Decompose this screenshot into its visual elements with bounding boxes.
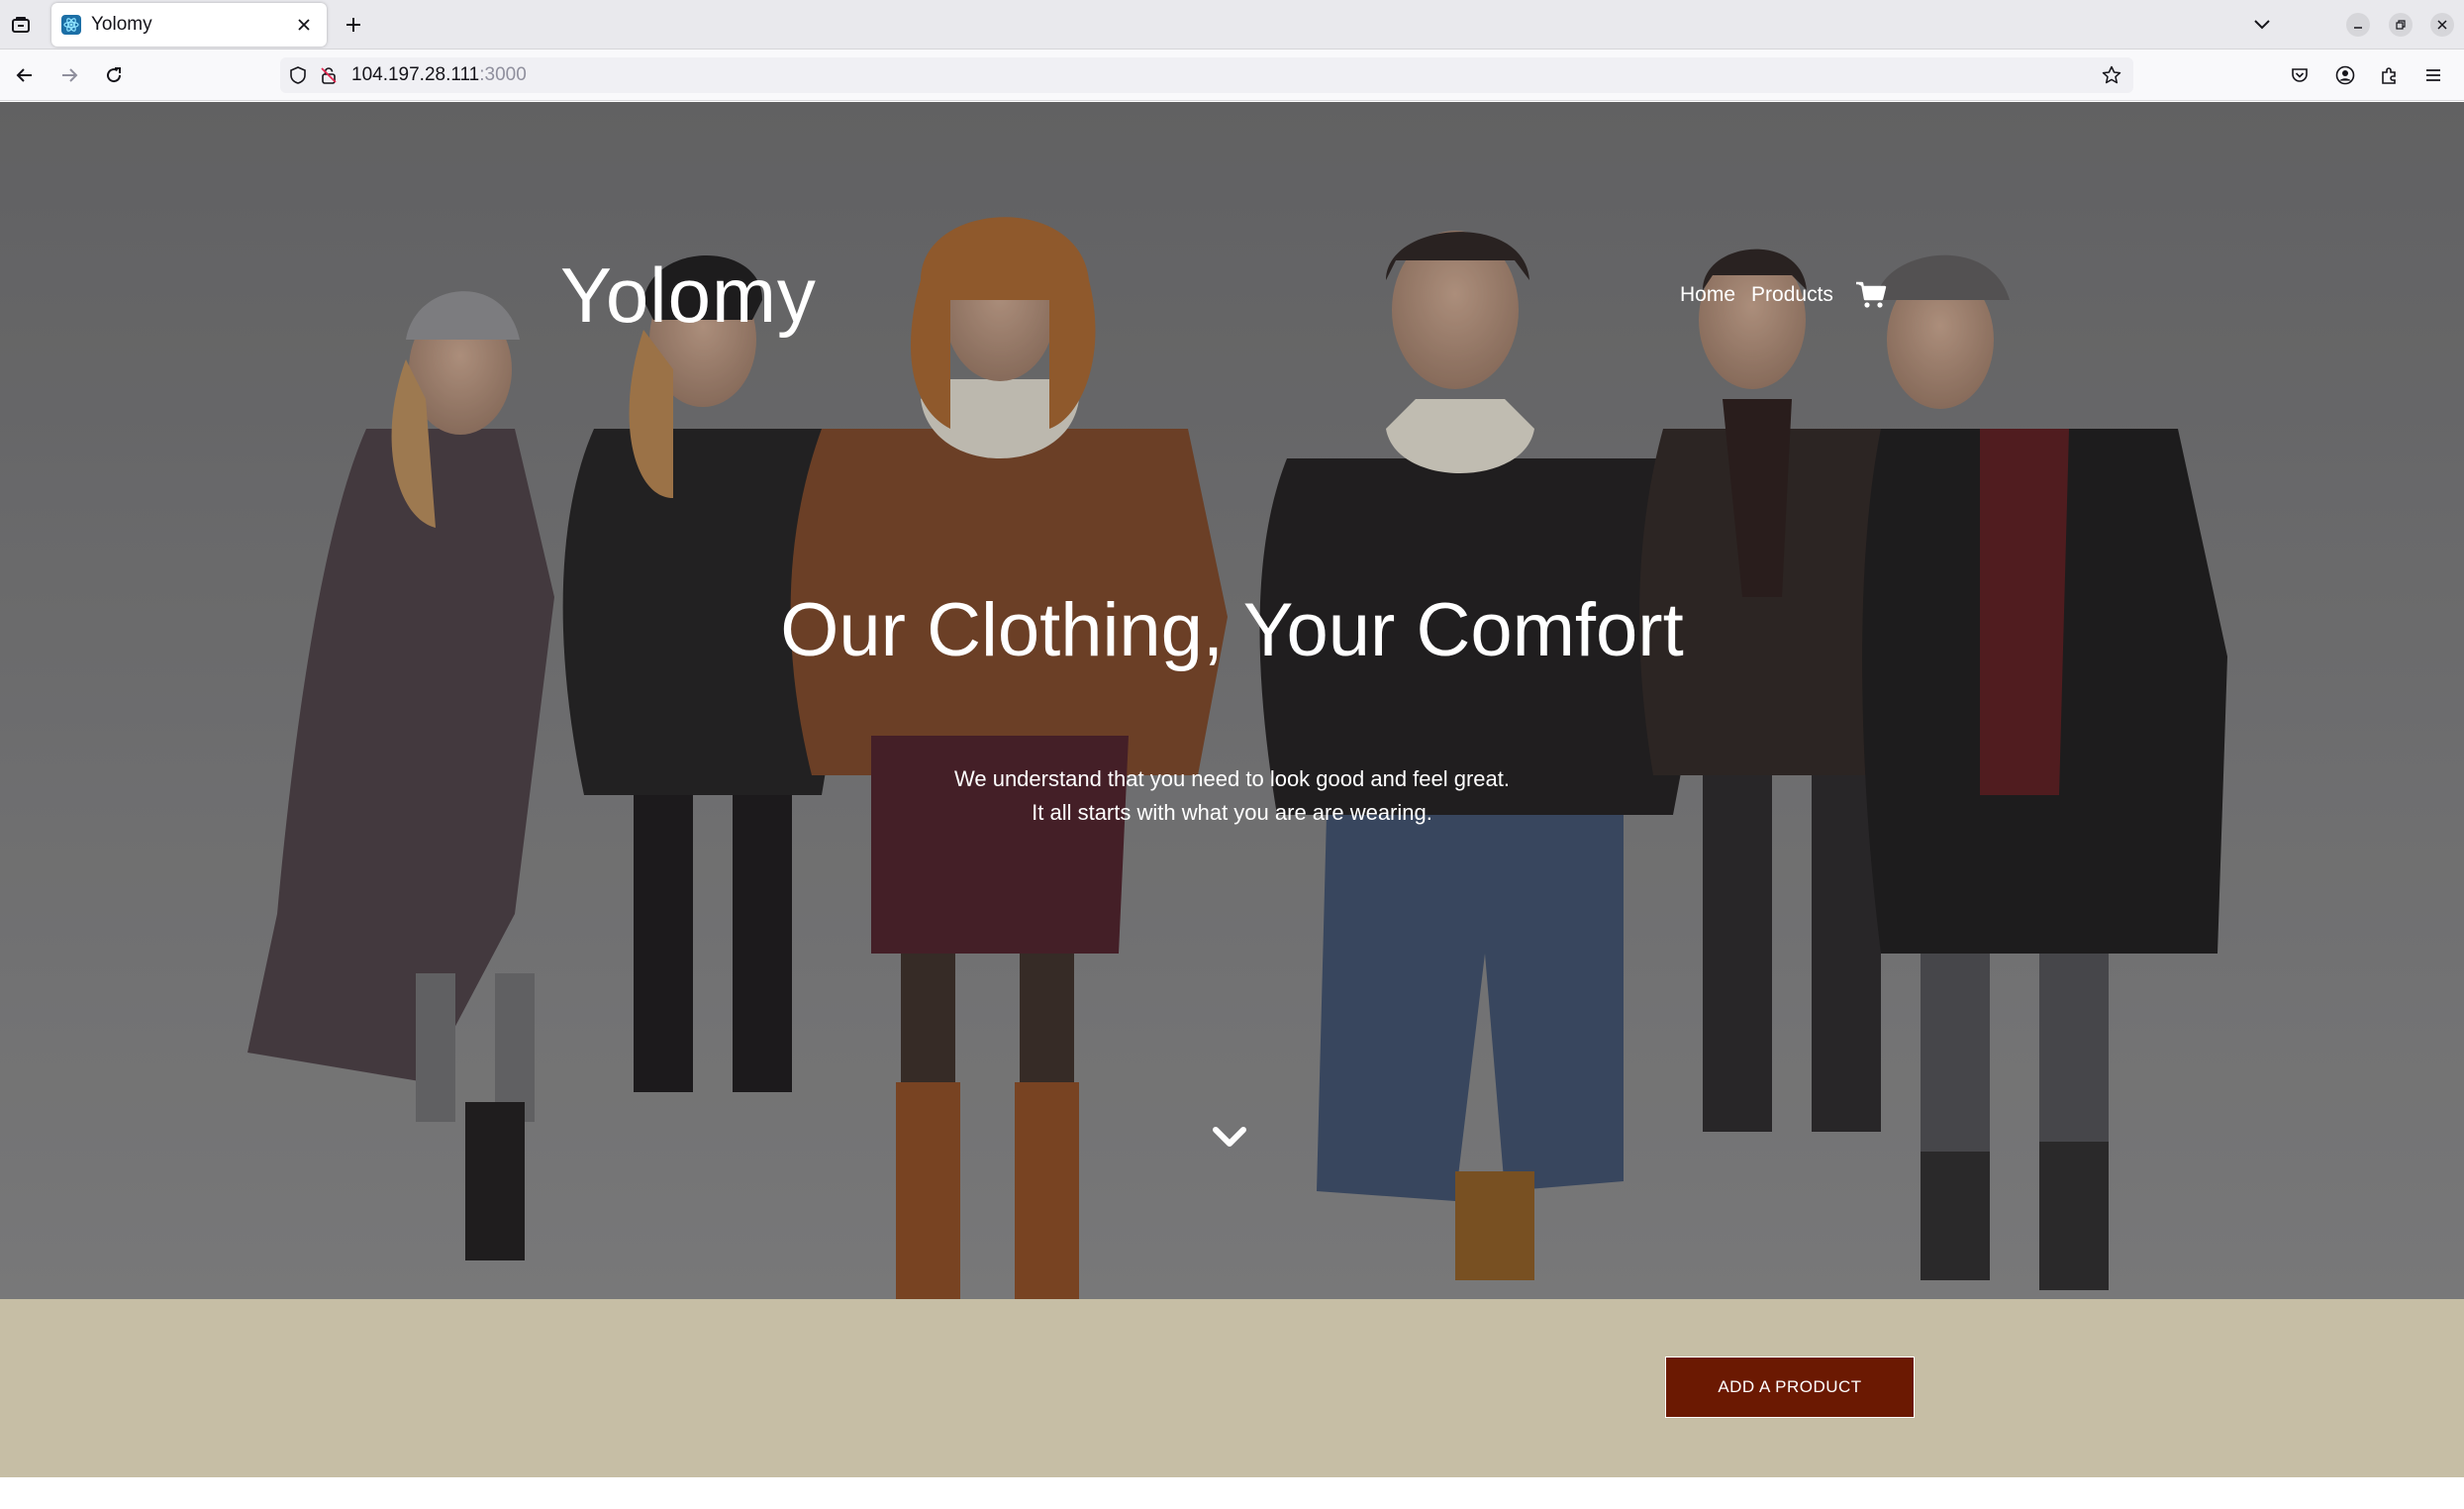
url-host: 104.197.28.111	[351, 64, 480, 85]
insecure-lock-icon	[321, 67, 337, 84]
close-tab-button[interactable]	[291, 12, 317, 38]
minimize-window-button[interactable]	[2346, 13, 2370, 37]
extensions-button[interactable]	[2375, 60, 2405, 90]
forward-button[interactable]	[54, 60, 84, 90]
page-below-fold	[0, 1477, 2464, 1509]
address-bar[interactable]: 104.197.28.111:3000	[280, 57, 2133, 93]
minimize-icon	[2354, 27, 2362, 29]
chevron-down-icon	[2254, 20, 2270, 30]
puzzle-icon	[2382, 67, 2396, 84]
tab-title: Yolomy	[91, 14, 152, 35]
star-icon	[2102, 65, 2121, 84]
nav-link-products[interactable]: Products	[1751, 283, 1833, 307]
hero-section: Yolomy Home Products Our Clothing, Your …	[0, 102, 2464, 1299]
site-navigation: Home Products	[1680, 280, 1889, 310]
hero-subtext: We understand that you need to look good…	[0, 762, 2464, 830]
browser-tab-strip: Yolomy	[0, 0, 2464, 50]
product-actions-band: ADD A PRODUCT	[0, 1299, 2464, 1477]
react-favicon-icon	[61, 15, 81, 35]
close-icon	[2437, 20, 2447, 30]
add-product-button[interactable]: ADD A PRODUCT	[1665, 1357, 1915, 1418]
chevron-down-icon[interactable]	[1212, 1124, 1247, 1152]
plus-icon	[346, 18, 360, 32]
tab-overview-button[interactable]	[6, 10, 36, 40]
cart-button[interactable]	[1855, 280, 1889, 310]
back-button[interactable]	[10, 60, 40, 90]
reload-button[interactable]	[99, 60, 129, 90]
nav-link-home[interactable]: Home	[1680, 283, 1735, 307]
shield-icon	[290, 66, 306, 84]
account-icon	[2335, 65, 2355, 85]
reload-icon	[107, 67, 122, 83]
pocket-button[interactable]	[2285, 60, 2315, 90]
arrow-left-icon	[16, 68, 32, 82]
new-tab-button[interactable]	[339, 10, 368, 40]
browser-tab-active[interactable]: Yolomy	[51, 3, 327, 47]
url-port: :3000	[479, 64, 527, 85]
folder-tabs-icon	[12, 17, 30, 33]
hero-dark-overlay	[0, 102, 2464, 1299]
close-icon	[298, 19, 310, 31]
restore-icon	[2396, 20, 2406, 30]
pocket-icon	[2292, 68, 2308, 82]
restore-window-button[interactable]	[2389, 13, 2413, 37]
cart-icon	[1855, 281, 1887, 308]
close-window-button[interactable]	[2430, 13, 2454, 37]
site-logo-text[interactable]: Yolomy	[560, 251, 817, 341]
hero-headline: Our Clothing, Your Comfort	[780, 588, 1684, 672]
hamburger-menu-icon	[2426, 69, 2440, 81]
browser-navigation-bar: 104.197.28.111:3000	[0, 50, 2464, 101]
hero-subtext-line-1: We understand that you need to look good…	[954, 766, 1510, 791]
hero-subtext-line-2: It all starts with what you are are wear…	[1032, 800, 1432, 825]
list-all-tabs-button[interactable]	[2247, 10, 2277, 40]
account-button[interactable]	[2330, 60, 2360, 90]
app-menu-button[interactable]	[2418, 60, 2448, 90]
bookmark-star-button[interactable]	[2100, 63, 2123, 87]
arrow-right-icon	[62, 68, 78, 82]
